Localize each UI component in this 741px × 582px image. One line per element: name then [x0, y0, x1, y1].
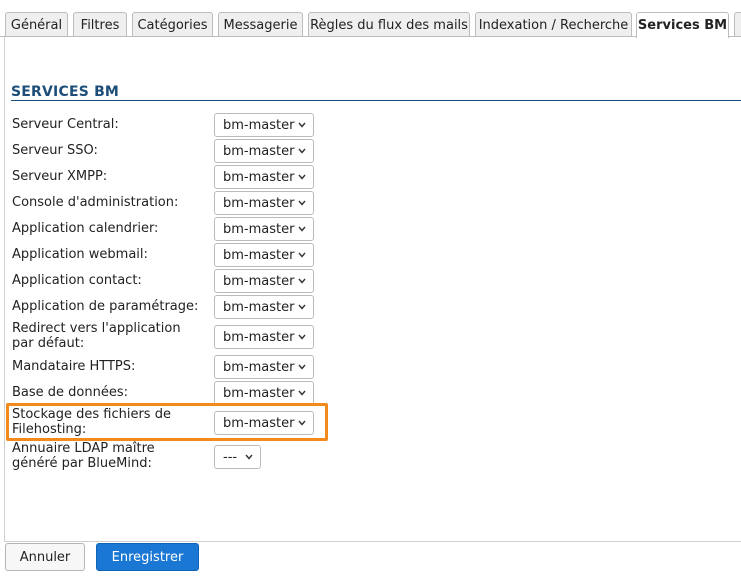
select-value: bm-master — [223, 169, 295, 185]
chevron-down-icon — [245, 454, 253, 460]
application-webmail-select[interactable]: bm-master — [214, 243, 314, 267]
mandataire-https-select[interactable]: bm-master — [214, 355, 314, 379]
tab-label: Filtres — [80, 17, 120, 33]
field-label-redirect-application-defaut: Redirect vers l'application par défaut: — [12, 321, 181, 351]
field-label-serveur-sso: Serveur SSO: — [12, 143, 98, 158]
chevron-down-icon — [298, 364, 306, 370]
select-value: bm-master — [223, 415, 295, 431]
serveur-central-select[interactable]: bm-master — [214, 113, 314, 137]
tab-label: Règles du flux des mails — [310, 17, 468, 33]
tab-services-bm[interactable]: Services BM — [636, 12, 729, 38]
chevron-down-icon — [298, 122, 306, 128]
annuaire-ldap-select[interactable]: --- — [214, 445, 261, 469]
tab-bar: Général Filtres Catégories Messagerie Rè… — [0, 0, 741, 38]
select-value: bm-master — [223, 329, 295, 345]
tab-regles-flux-mails[interactable]: Règles du flux des mails — [308, 12, 470, 37]
section-title: SERVICES BM — [11, 84, 120, 100]
select-value: bm-master — [223, 273, 295, 289]
select-value: bm-master — [223, 299, 295, 315]
tab-categories[interactable]: Catégories — [132, 12, 213, 37]
chevron-down-icon — [298, 252, 306, 258]
console-administration-select[interactable]: bm-master — [214, 191, 314, 215]
field-label-annuaire-ldap: Annuaire LDAP maître généré par BlueMind… — [12, 441, 155, 471]
select-value: bm-master — [223, 221, 295, 237]
tab-label: Messagerie — [223, 17, 298, 33]
tab-messagerie[interactable]: Messagerie — [218, 12, 303, 37]
field-label-application-calendrier: Application calendrier: — [12, 221, 159, 236]
application-calendrier-select[interactable]: bm-master — [214, 217, 314, 241]
tab-filtres[interactable]: Filtres — [73, 12, 127, 37]
field-label-stockage-filehosting: Stockage des fichiers de Filehosting: — [12, 407, 171, 437]
tab-label: Catégories — [137, 17, 208, 33]
select-value: bm-master — [223, 385, 295, 401]
chevron-down-icon — [298, 278, 306, 284]
tab-general[interactable]: Général — [5, 12, 68, 37]
chevron-down-icon — [298, 390, 306, 396]
chevron-down-icon — [298, 226, 306, 232]
tab-label: Services BM — [637, 18, 728, 33]
field-label-mandataire-https: Mandataire HTTPS: — [12, 359, 136, 374]
field-label-serveur-central: Serveur Central: — [12, 117, 119, 132]
application-contact-select[interactable]: bm-master — [214, 269, 314, 293]
field-label-application-webmail: Application webmail: — [12, 247, 148, 262]
chevron-down-icon — [298, 148, 306, 154]
serveur-sso-select[interactable]: bm-master — [214, 139, 314, 163]
stockage-filehosting-select[interactable]: bm-master — [214, 411, 314, 435]
select-value: bm-master — [223, 359, 295, 375]
field-label-base-de-donnees: Base de données: — [12, 385, 129, 400]
select-value: bm-master — [223, 143, 295, 159]
select-value: bm-master — [223, 247, 295, 263]
field-label-console-administration: Console d'administration: — [12, 195, 179, 210]
tab-label: Général — [10, 17, 63, 33]
tab-indexation-recherche[interactable]: Indexation / Recherche — [475, 12, 632, 37]
chevron-down-icon — [298, 174, 306, 180]
chevron-down-icon — [298, 304, 306, 310]
field-label-application-contact: Application contact: — [12, 273, 142, 288]
chevron-down-icon — [298, 334, 306, 340]
save-button[interactable]: Enregistrer — [96, 543, 199, 571]
application-parametrage-select[interactable]: bm-master — [214, 295, 314, 319]
tab-label: Indexation / Recherche — [478, 17, 629, 33]
tab-overflow[interactable] — [734, 12, 741, 37]
field-label-application-parametrage: Application de paramétrage: — [12, 299, 199, 314]
base-de-donnees-select[interactable]: bm-master — [214, 381, 314, 405]
select-value: bm-master — [223, 195, 295, 211]
section-divider — [11, 100, 741, 101]
cancel-button[interactable]: Annuler — [5, 543, 85, 571]
serveur-xmpp-select[interactable]: bm-master — [214, 165, 314, 189]
field-label-serveur-xmpp: Serveur XMPP: — [12, 169, 108, 184]
select-value: bm-master — [223, 117, 295, 133]
select-value: --- — [223, 449, 238, 465]
chevron-down-icon — [298, 420, 306, 426]
chevron-down-icon — [298, 200, 306, 206]
redirect-application-defaut-select[interactable]: bm-master — [214, 325, 314, 349]
